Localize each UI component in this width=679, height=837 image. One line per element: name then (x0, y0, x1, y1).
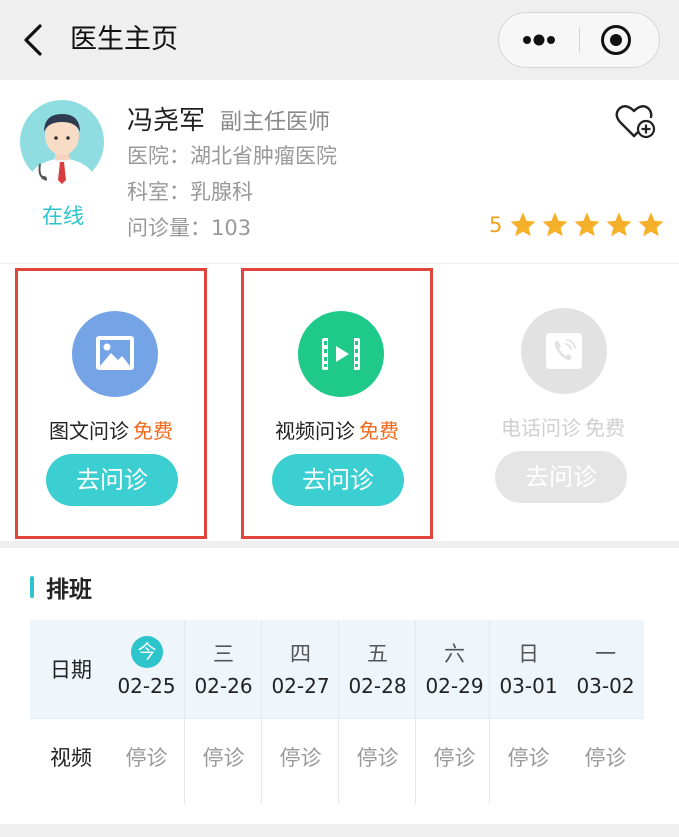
schedule-section: 排班 日期 今 02-25 三 02-26 四 02-27 五 02-28 六 … (0, 548, 679, 824)
day-column: 六 02-29 (416, 620, 493, 718)
mini-program-capsule (498, 12, 660, 68)
nav-bar: 医生主页 (0, 0, 679, 80)
image-icon (96, 336, 134, 370)
favorite-add-icon[interactable] (614, 102, 656, 142)
column-divider (338, 620, 339, 804)
day-column: 五 02-28 (339, 620, 416, 718)
column-divider (184, 620, 185, 804)
day-column: 三 02-26 (185, 620, 262, 718)
weekday: 五 (367, 642, 388, 666)
star-icon (510, 212, 536, 237)
weekday: 三 (213, 642, 234, 666)
star-icon (606, 212, 632, 237)
star-icon (574, 212, 600, 237)
consult-label: 视频问诊 免费 (275, 419, 399, 443)
day-date: 02-25 (117, 674, 176, 698)
schedule-title: 排班 (46, 577, 92, 603)
go-consult-button[interactable]: 去问诊 (272, 454, 404, 506)
day-column: 一 03-02 (567, 620, 644, 718)
day-date: 02-29 (425, 674, 484, 698)
day-date: 03-01 (499, 674, 558, 698)
schedule-slot: 停诊 (433, 746, 476, 770)
go-consult-button-disabled: 去问诊 (495, 451, 627, 503)
day-column: 日 03-01 (490, 620, 567, 718)
go-consult-button[interactable]: 去问诊 (46, 454, 178, 506)
doctor-consult-count: 问诊量：103 (127, 216, 252, 240)
consult-icon-circle (72, 311, 158, 397)
consult-label: 图文问诊 免费 (49, 419, 173, 443)
date-label: 日期 (50, 658, 92, 682)
capsule-divider (579, 27, 580, 53)
consult-icon-circle (521, 308, 607, 394)
table-divider (30, 718, 644, 719)
weekday: 日 (518, 642, 539, 666)
star-icon (638, 212, 664, 237)
schedule-slot: 停诊 (202, 746, 245, 770)
price-badge: 免费 (359, 419, 399, 443)
price-badge: 免费 (133, 419, 173, 443)
weekday: 四 (290, 642, 311, 666)
day-date: 02-28 (348, 674, 407, 698)
rating-score: 5 (489, 213, 503, 237)
day-date: 02-26 (194, 674, 253, 698)
phone-icon (546, 333, 582, 369)
schedule-slot: 停诊 (356, 746, 399, 770)
online-status: 在线 (42, 204, 84, 228)
schedule-slot: 停诊 (279, 746, 322, 770)
consult-item-video[interactable]: 视频问诊 免费 去问诊 (241, 268, 433, 539)
day-column-today: 今 02-25 (108, 620, 185, 718)
weekday: 六 (444, 642, 465, 666)
schedule-slot: 停诊 (507, 746, 550, 770)
video-row-label: 视频 (50, 746, 92, 770)
schedule-slot: 停诊 (584, 746, 627, 770)
doctor-avatar (20, 100, 104, 184)
rating: 5 (489, 210, 666, 240)
star-icon (542, 212, 568, 237)
page-title: 医生主页 (70, 24, 178, 55)
back-arrow-icon[interactable] (18, 22, 48, 58)
doctor-name: 冯尧军 (127, 106, 206, 136)
consult-label: 电话问诊 免费 (501, 416, 625, 440)
close-target-icon[interactable] (599, 23, 633, 57)
doctor-hospital: 医院：湖北省肿瘤医院 (127, 144, 337, 168)
consult-item-phone: 电话问诊 免费 去问诊 (467, 268, 659, 539)
day-date: 02-27 (271, 674, 330, 698)
consult-options: 图文问诊 免费 去问诊 视频问诊 免费 去问诊 电话问诊 免费 去问诊 (0, 264, 679, 541)
schedule-slot: 停诊 (125, 746, 168, 770)
day-column: 四 02-27 (262, 620, 339, 718)
video-icon (322, 338, 360, 370)
more-icon[interactable] (499, 13, 579, 67)
schedule-table: 日期 今 02-25 三 02-26 四 02-27 五 02-28 六 02-… (30, 620, 644, 808)
doctor-title: 副主任医师 (220, 110, 331, 135)
section-accent-bar (30, 576, 34, 598)
consult-icon-circle (298, 311, 384, 397)
price-badge: 免费 (585, 416, 625, 440)
day-date: 03-02 (576, 674, 635, 698)
consult-item-text[interactable]: 图文问诊 免费 去问诊 (15, 268, 207, 539)
weekday: 一 (595, 642, 616, 666)
today-badge: 今 (131, 636, 163, 668)
column-divider (489, 620, 490, 804)
doctor-card: 在线 冯尧军 副主任医师 医院：湖北省肿瘤医院 科室：乳腺科 问诊量：103 5 (0, 80, 679, 264)
doctor-department: 科室：乳腺科 (127, 180, 253, 204)
column-divider (415, 620, 416, 804)
column-divider (261, 620, 262, 804)
